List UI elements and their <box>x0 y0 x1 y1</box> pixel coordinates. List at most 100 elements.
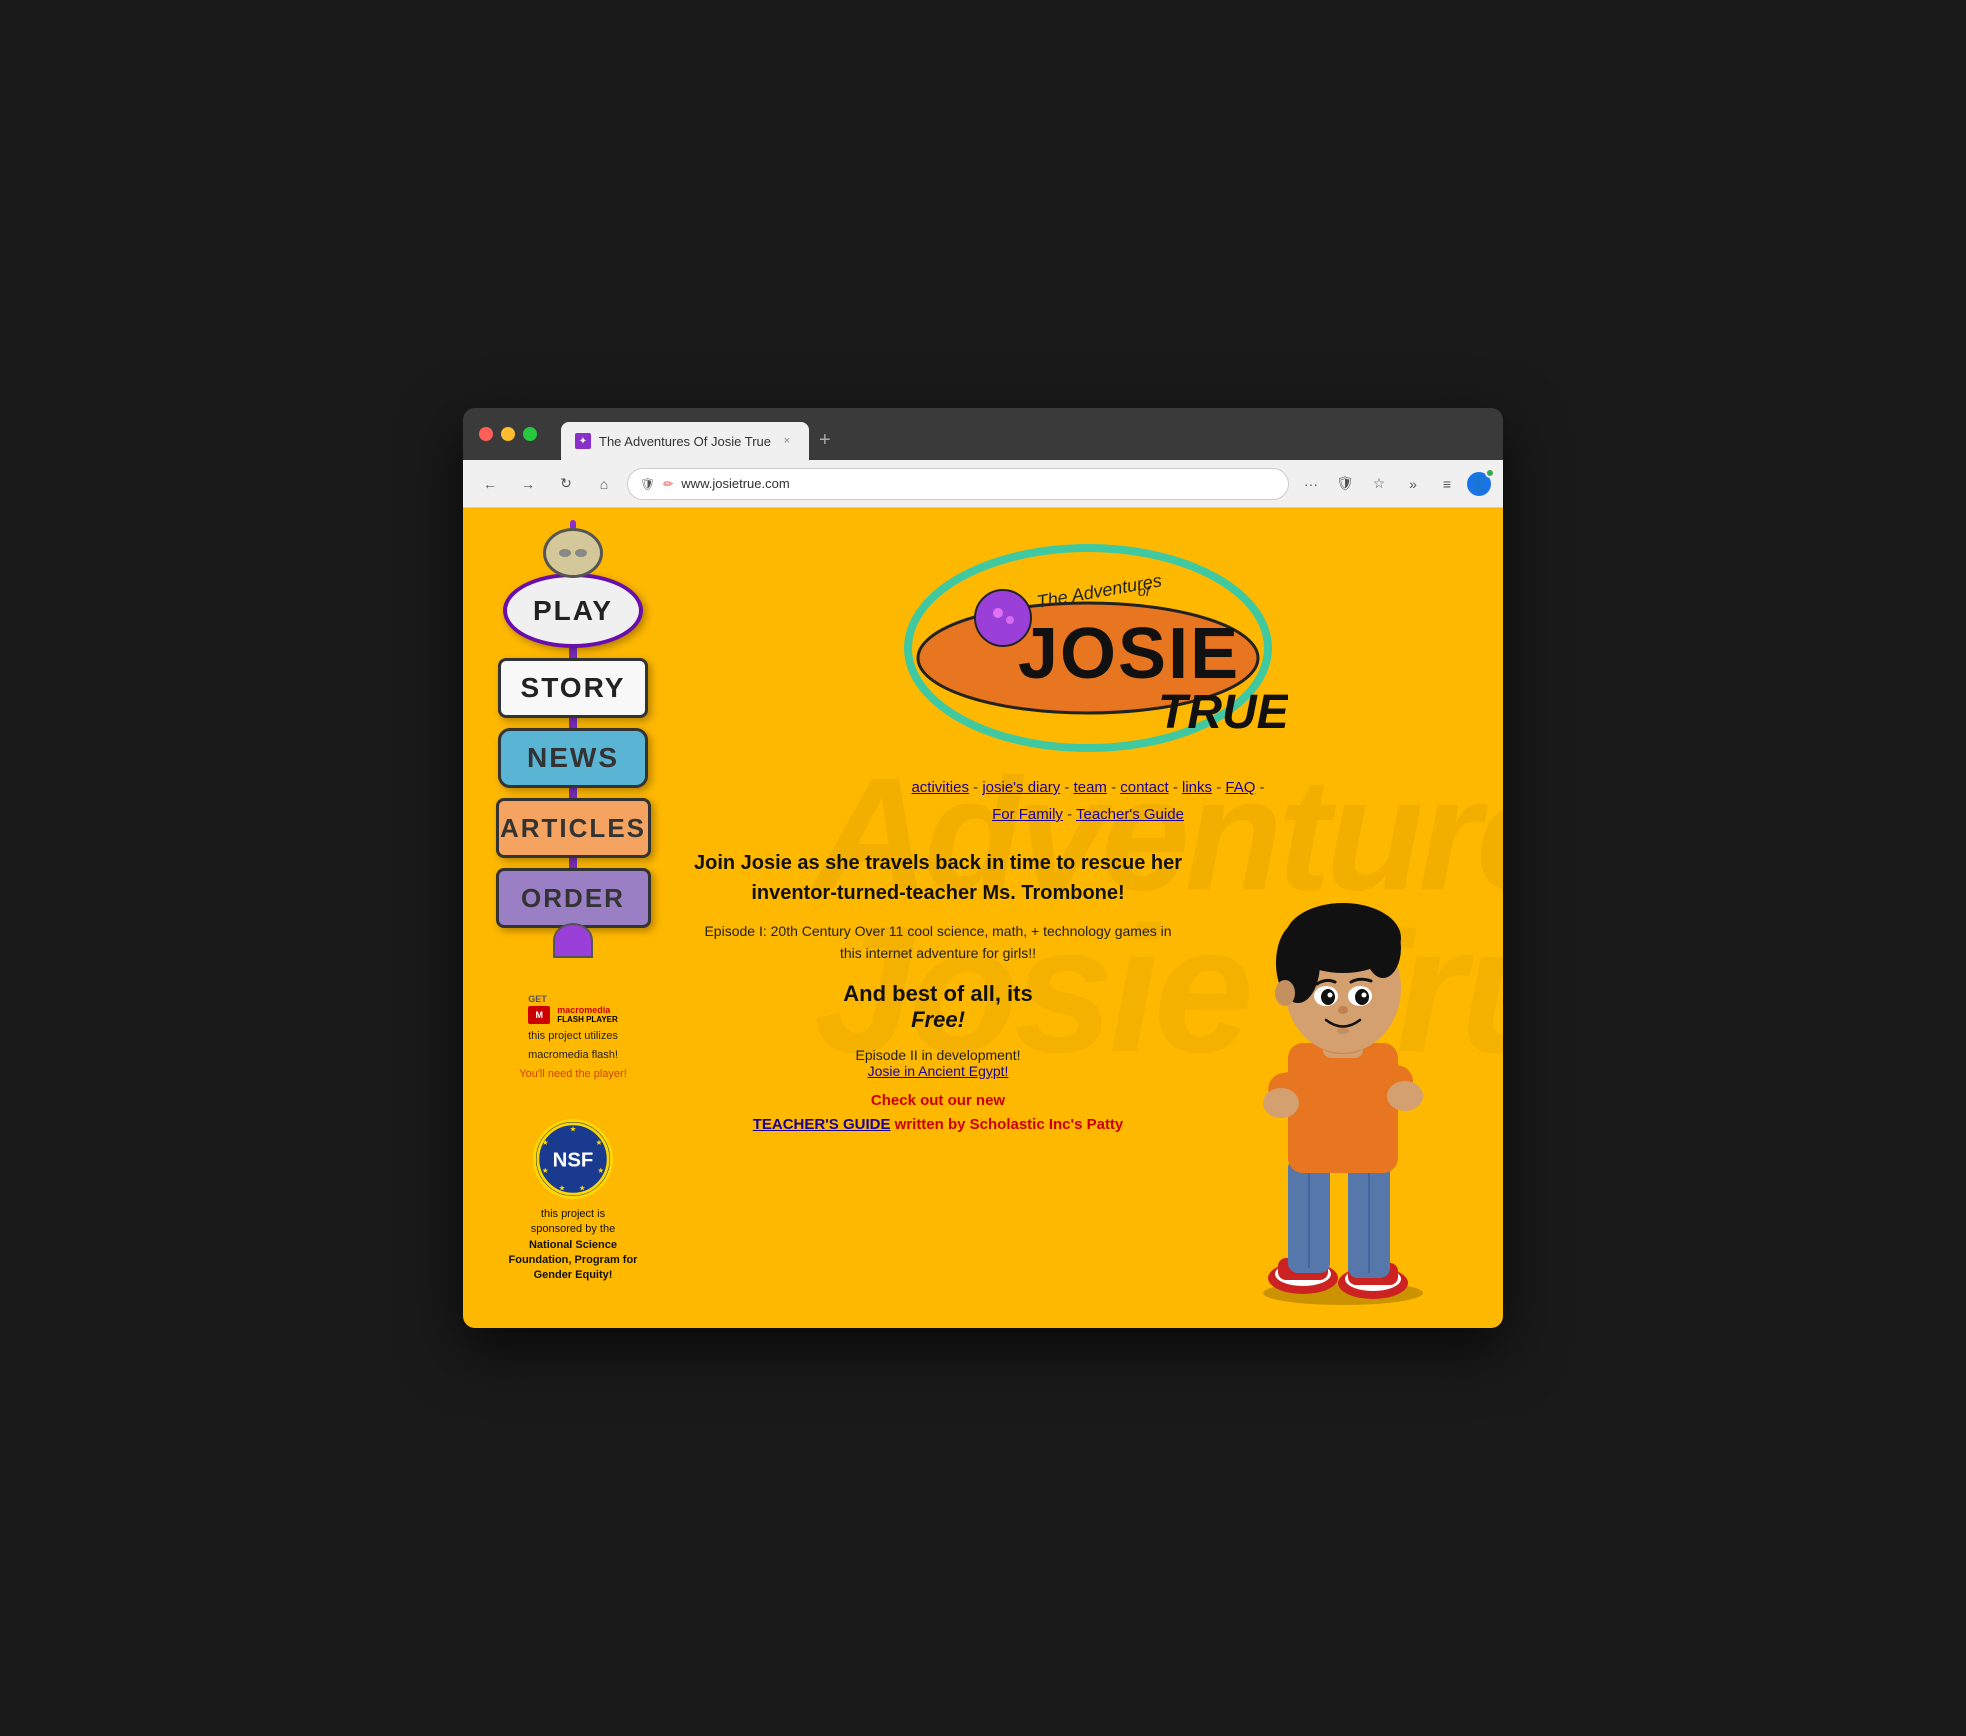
team-link[interactable]: team <box>1074 779 1107 796</box>
profile-button[interactable]: 👤 <box>1467 472 1491 496</box>
main-content-area: The Adventures of JOSIE TRUE activities … <box>683 508 1503 1328</box>
back-icon: ← <box>483 476 497 492</box>
refresh-button[interactable]: ↻ <box>551 469 581 499</box>
extensions-button[interactable]: » <box>1399 470 1427 498</box>
separator-1: - <box>973 779 982 796</box>
minimize-window-button[interactable] <box>501 427 515 441</box>
egypt-link[interactable]: Josie in Ancient Egypt! <box>868 1063 1009 1079</box>
navigation-links: activities - josie's diary - team - cont… <box>693 774 1483 828</box>
diary-link[interactable]: josie's diary <box>982 779 1060 796</box>
new-tab-button[interactable]: + <box>809 425 841 456</box>
active-tab[interactable]: ✦ The Adventures Of Josie True × <box>561 422 809 460</box>
nsf-caption-bold: National Science Foundation, Program for… <box>503 1238 643 1284</box>
content-body: Join Josie as she travels back in time t… <box>693 848 1483 1308</box>
text-section: Join Josie as she travels back in time t… <box>693 848 1183 1137</box>
teacher-guide-promo: Check out our new TEACHER'S GUIDE writte… <box>693 1089 1183 1137</box>
close-window-button[interactable] <box>479 427 493 441</box>
flash-caption-line2: macromedia flash! <box>528 1048 618 1063</box>
nsf-caption-line2: sponsored by the <box>503 1222 643 1237</box>
separator-2: - <box>1064 779 1073 796</box>
episode2-text: Episode II in development! Josie in Anci… <box>693 1047 1183 1079</box>
hero-text: Join Josie as she travels back in time t… <box>693 848 1183 908</box>
forward-icon: → <box>521 476 535 492</box>
nsf-caption: this project is sponsored by the Nationa… <box>503 1207 643 1284</box>
flash-caption-line1: this project utilizes <box>528 1029 618 1044</box>
home-icon: ⌂ <box>600 476 608 492</box>
back-button[interactable]: ← <box>475 469 505 499</box>
faq-link[interactable]: FAQ <box>1225 779 1255 796</box>
contact-link[interactable]: contact <box>1120 779 1168 796</box>
macromedia-icon: M <box>528 1006 550 1024</box>
order-label: ORDER <box>521 883 625 914</box>
story-label: STORY <box>521 672 626 704</box>
separator-6: - <box>1260 779 1265 796</box>
story-nav-item[interactable]: STORY <box>498 658 648 718</box>
svg-text:JOSIE: JOSIE <box>1018 614 1240 694</box>
sub-text: Episode I: 20th Century Over 11 cool sci… <box>693 920 1183 965</box>
profile-badge <box>1485 468 1495 478</box>
maximize-window-button[interactable] <box>523 427 537 441</box>
more-options-button[interactable]: ··· <box>1297 470 1325 498</box>
sidebar: PLAY STORY NEWS <box>463 508 683 1328</box>
tabs-area: ✦ The Adventures Of Josie True × + <box>549 408 1487 460</box>
separator-5: - <box>1216 779 1225 796</box>
free-heading-text: And best of all, its <box>843 981 1032 1006</box>
order-button[interactable]: ORDER <box>496 868 651 928</box>
teachers-guide-link[interactable]: Teacher's Guide <box>1076 806 1184 823</box>
separator-4: - <box>1173 779 1182 796</box>
menu-button[interactable]: ≡ <box>1433 470 1461 498</box>
teacher-promo-line1: Check out our new <box>871 1092 1005 1109</box>
address-bar[interactable]: 🛡 ✏ www.josietrue.com <box>627 468 1289 500</box>
activities-link[interactable]: activities <box>911 779 969 796</box>
flash-box[interactable]: GET M macromedia FLASH PLAYER <box>528 994 618 1025</box>
svg-text:★: ★ <box>579 1183 586 1192</box>
news-button[interactable]: NEWS <box>498 728 648 788</box>
url-display: www.josietrue.com <box>681 476 1276 491</box>
separator-3: - <box>1111 779 1120 796</box>
play-button[interactable]: PLAY <box>503 573 643 648</box>
title-bar: ✦ The Adventures Of Josie True × + <box>463 408 1503 460</box>
nav-stack: PLAY STORY NEWS <box>496 528 651 958</box>
tab-title: The Adventures Of Josie True <box>599 434 771 449</box>
articles-button[interactable]: ARTICLES <box>496 798 651 858</box>
links-link[interactable]: links <box>1182 779 1212 796</box>
news-label: NEWS <box>527 742 619 774</box>
free-label: Free! <box>911 1007 965 1032</box>
play-nav-item[interactable]: PLAY <box>503 528 643 648</box>
bookmark-button[interactable]: ☆ <box>1365 470 1393 498</box>
forward-button[interactable]: → <box>513 469 543 499</box>
logo-area: The Adventures of JOSIE TRUE <box>693 528 1483 758</box>
news-nav-item[interactable]: NEWS <box>498 728 648 788</box>
browser-window: ✦ The Adventures Of Josie True × + ← → ↻… <box>463 408 1503 1328</box>
nsf-caption-line1: this project is <box>503 1207 643 1222</box>
order-nav-item[interactable]: ORDER <box>496 868 651 958</box>
episode2-label: Episode II in development! <box>856 1047 1021 1063</box>
svg-text:NSF: NSF <box>553 1149 594 1171</box>
tab-close-button[interactable]: × <box>779 433 795 449</box>
josie-true-logo: The Adventures of JOSIE TRUE <box>888 528 1288 758</box>
svg-text:★: ★ <box>559 1183 566 1192</box>
free-heading: And best of all, its Free! <box>693 981 1183 1033</box>
articles-nav-item[interactable]: ARTICLES <box>496 798 651 858</box>
page-content: Adventures Josie True <box>463 508 1503 1328</box>
home-button[interactable]: ⌂ <box>589 469 619 499</box>
svg-text:★: ★ <box>542 1138 549 1147</box>
teacher-guide-promo-link[interactable]: TEACHER'S GUIDE <box>753 1116 891 1133</box>
nav-actions: ··· 🛡 ☆ » ≡ 👤 <box>1297 470 1491 498</box>
reader-mode-button[interactable]: 🛡 <box>1331 470 1359 498</box>
refresh-icon: ↻ <box>560 475 572 492</box>
svg-text:★: ★ <box>542 1166 549 1175</box>
window-controls <box>479 427 537 441</box>
play-label: PLAY <box>533 595 613 627</box>
nsf-bold-text: National Science Foundation, Program for… <box>509 1239 638 1282</box>
story-button[interactable]: STORY <box>498 658 648 718</box>
svg-text:★: ★ <box>570 1124 577 1133</box>
character-area <box>1203 848 1483 1308</box>
family-link[interactable]: For Family <box>992 806 1063 823</box>
articles-label: ARTICLES <box>500 813 646 844</box>
flash-player-text: FLASH PLAYER <box>557 1016 618 1025</box>
josie-character-svg <box>1213 848 1473 1308</box>
svg-text:TRUE: TRUE <box>1158 686 1288 739</box>
nsf-logo-svg: ★ ★ ★ ★ ★ ★ ★ NSF <box>536 1119 610 1199</box>
get-label: GET <box>528 994 547 1004</box>
